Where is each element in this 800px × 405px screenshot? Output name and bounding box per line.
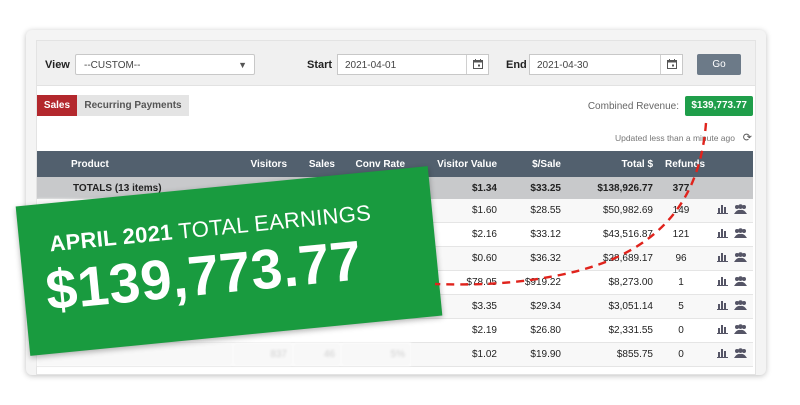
cell-per-sale: $36.32 bbox=[503, 246, 567, 271]
view-select-value: --CUSTOM-- bbox=[84, 60, 141, 71]
users-icon[interactable] bbox=[734, 276, 747, 289]
row-actions bbox=[703, 199, 753, 223]
cell-refunds: 149 bbox=[659, 199, 703, 223]
calendar-icon[interactable] bbox=[660, 55, 682, 74]
col-actions bbox=[703, 151, 753, 177]
filter-bar: View --CUSTOM-- ▼ Start 2021-04-01 End 2… bbox=[37, 41, 755, 86]
cell-total: $855.75 bbox=[567, 342, 659, 367]
cell-per-sale: $919.22 bbox=[503, 270, 567, 295]
end-label: End bbox=[506, 59, 527, 71]
chevron-down-icon: ▼ bbox=[238, 60, 247, 70]
tab-sales[interactable]: Sales bbox=[37, 95, 77, 116]
cell-refunds: 96 bbox=[659, 246, 703, 271]
end-date-field[interactable]: 2021-04-30 bbox=[529, 54, 683, 75]
row-actions bbox=[703, 270, 753, 295]
users-icon[interactable] bbox=[734, 204, 747, 217]
start-label: Start bbox=[307, 59, 333, 71]
calendar-icon[interactable] bbox=[466, 55, 488, 74]
cell-total: $43,516.87 bbox=[567, 222, 659, 247]
users-icon[interactable] bbox=[734, 300, 747, 313]
cell-total: $3,051.14 bbox=[567, 294, 659, 319]
cell-per-sale: $19.90 bbox=[503, 342, 567, 367]
col-total[interactable]: Total $ bbox=[567, 151, 659, 177]
bar-chart-icon[interactable] bbox=[717, 204, 728, 217]
cell-total: $28,689.17 bbox=[567, 246, 659, 271]
combined-revenue-label: Combined Revenue: bbox=[587, 101, 679, 112]
start-date-value: 2021-04-01 bbox=[345, 60, 397, 71]
col-refunds[interactable]: Refunds bbox=[659, 151, 705, 177]
col-sales[interactable]: Sales bbox=[293, 151, 341, 177]
cell-sales: 46 bbox=[293, 342, 341, 367]
cell-visitors: 837 bbox=[233, 342, 293, 367]
cell-conv-rate: 5% bbox=[341, 342, 411, 367]
cell-refunds: 0 bbox=[659, 318, 703, 343]
view-select[interactable]: --CUSTOM-- ▼ bbox=[75, 54, 255, 75]
cell-refunds: 0 bbox=[659, 342, 703, 367]
go-button[interactable]: Go bbox=[697, 54, 741, 75]
totals-total: $138,926.77 bbox=[567, 177, 659, 199]
cell-visitor-value: $2.19 bbox=[411, 318, 503, 343]
combined-revenue-badge: $139,773.77 bbox=[685, 96, 753, 116]
cell-refunds: 5 bbox=[659, 294, 703, 319]
cell-total: $2,331.55 bbox=[567, 318, 659, 343]
row-actions bbox=[703, 294, 753, 319]
users-icon[interactable] bbox=[734, 228, 747, 241]
table-row[interactable]: 837 46 5% $1.02 $19.90 $855.75 0 bbox=[37, 342, 753, 367]
start-date-field[interactable]: 2021-04-01 bbox=[337, 54, 489, 75]
tab-recurring-payments[interactable]: Recurring Payments bbox=[77, 95, 189, 116]
bar-chart-icon[interactable] bbox=[717, 276, 728, 289]
refresh-icon[interactable]: ⟳ bbox=[743, 131, 752, 144]
row-actions bbox=[703, 342, 753, 367]
totals-per-sale: $33.25 bbox=[503, 177, 567, 199]
cell-per-sale: $29.34 bbox=[503, 294, 567, 319]
cell-total: $50,982.69 bbox=[567, 199, 659, 223]
row-actions bbox=[703, 222, 753, 247]
row-actions bbox=[703, 318, 753, 343]
totals-actions bbox=[703, 177, 753, 199]
users-icon[interactable] bbox=[734, 348, 747, 361]
users-icon[interactable] bbox=[734, 252, 747, 265]
bar-chart-icon[interactable] bbox=[717, 228, 728, 241]
bar-chart-icon[interactable] bbox=[717, 348, 728, 361]
updated-status: Updated less than a minute ago bbox=[614, 133, 735, 143]
end-date-value: 2021-04-30 bbox=[537, 60, 589, 71]
col-visitors[interactable]: Visitors bbox=[233, 151, 293, 177]
cell-total: $8,273.00 bbox=[567, 270, 659, 295]
cell-refunds: 121 bbox=[659, 222, 703, 247]
bar-chart-icon[interactable] bbox=[717, 252, 728, 265]
view-label: View bbox=[45, 59, 70, 71]
totals-refunds: 377 bbox=[659, 177, 703, 199]
cell-visitor-value: $1.02 bbox=[411, 342, 503, 367]
cell-per-sale: $28.55 bbox=[503, 199, 567, 223]
col-per-sale[interactable]: $/Sale bbox=[503, 151, 567, 177]
users-icon[interactable] bbox=[734, 324, 747, 337]
bar-chart-icon[interactable] bbox=[717, 300, 728, 313]
cell-per-sale: $26.80 bbox=[503, 318, 567, 343]
cell-per-sale: $33.12 bbox=[503, 222, 567, 247]
col-product[interactable]: Product bbox=[37, 151, 233, 177]
bar-chart-icon[interactable] bbox=[717, 324, 728, 337]
cell-refunds: 1 bbox=[659, 270, 703, 295]
row-actions bbox=[703, 246, 753, 271]
